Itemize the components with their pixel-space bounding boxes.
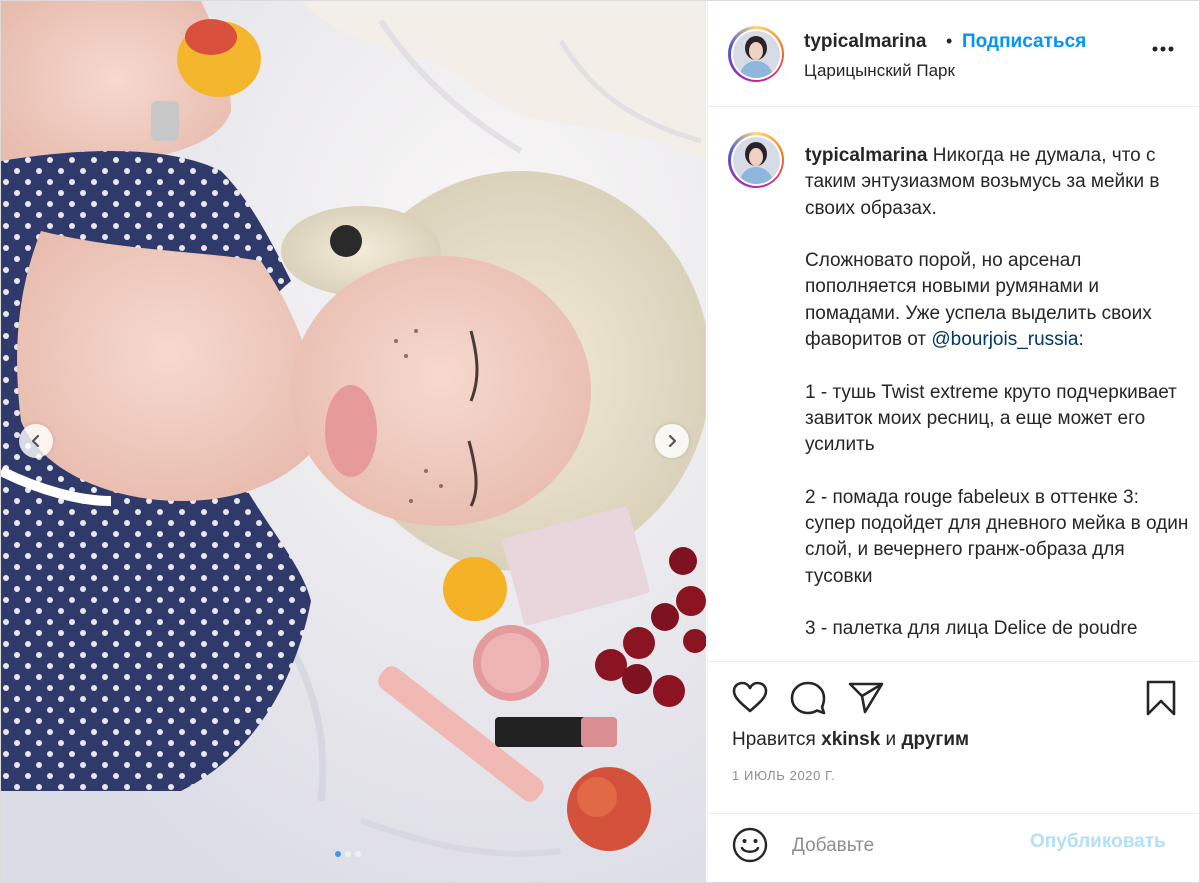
caption-text-rest: : 1 - тушь Twist extreme круто подчеркив…	[805, 329, 1189, 640]
instagram-post-card: typicalmarina • Подписаться Царицынский …	[0, 0, 1200, 883]
post-actions: Нравится xkinsk и другим 1 ИЮЛЬ 2020 Г.	[708, 661, 1199, 814]
carousel-dot[interactable]	[335, 851, 341, 857]
carousel-dot[interactable]	[345, 851, 351, 857]
comment-icon	[790, 681, 826, 715]
save-button[interactable]	[1145, 680, 1177, 721]
likes-and: и	[880, 729, 902, 750]
caption-avatar[interactable]	[728, 132, 784, 188]
post-caption: typicalmarina Никогда не думала, что с т…	[805, 143, 1190, 643]
chevron-right-icon	[668, 434, 677, 448]
caption-text: Никогда не думала, что с таким энтузиазм…	[805, 145, 1160, 351]
carousel-indicator	[335, 851, 361, 857]
carousel-dot[interactable]	[355, 851, 361, 857]
comment-bar: Опубликовать	[708, 813, 1199, 882]
avatar-image	[732, 136, 780, 184]
likes-others-link[interactable]: другим	[901, 729, 969, 750]
publish-button[interactable]: Опубликовать	[1030, 831, 1166, 853]
like-button[interactable]	[732, 681, 768, 718]
comment-input[interactable]	[790, 830, 1014, 862]
heart-icon	[732, 681, 768, 713]
avatar-image	[732, 30, 780, 78]
post-date[interactable]: 1 ИЮЛЬ 2020 Г.	[732, 768, 835, 783]
more-options-button[interactable]	[1152, 39, 1174, 57]
emoji-button[interactable]	[731, 826, 769, 869]
location-link[interactable]: Царицынский Парк	[804, 61, 955, 81]
post-header: typicalmarina • Подписаться Царицынский …	[708, 1, 1199, 107]
paper-plane-icon	[848, 682, 884, 714]
header-separator: •	[946, 31, 953, 51]
smiley-icon	[732, 827, 768, 863]
more-horizontal-icon	[1152, 46, 1174, 52]
comments-area: typicalmarina Никогда не думала, что с т…	[708, 107, 1199, 660]
carousel-prev-button[interactable]	[19, 424, 53, 458]
chevron-left-icon	[31, 434, 40, 448]
avatar[interactable]	[728, 26, 784, 82]
header-username[interactable]: typicalmarina	[804, 31, 927, 53]
post-photo	[1, 1, 706, 882]
post-side-panel: typicalmarina • Подписаться Царицынский …	[707, 1, 1199, 882]
comment-button[interactable]	[790, 681, 826, 720]
carousel-next-button[interactable]	[655, 424, 689, 458]
likes-user-link[interactable]: xkinsk	[821, 729, 880, 750]
bookmark-icon	[1146, 680, 1176, 716]
caption-username[interactable]: typicalmarina	[805, 145, 928, 166]
follow-button[interactable]: Подписаться	[962, 31, 1086, 53]
share-button[interactable]	[848, 681, 884, 720]
likes-summary: Нравится xkinsk и другим	[732, 729, 969, 751]
mention-link[interactable]: @bourjois_russia	[931, 329, 1078, 350]
likes-prefix: Нравится	[732, 729, 822, 750]
photo-illustration	[1, 1, 706, 882]
